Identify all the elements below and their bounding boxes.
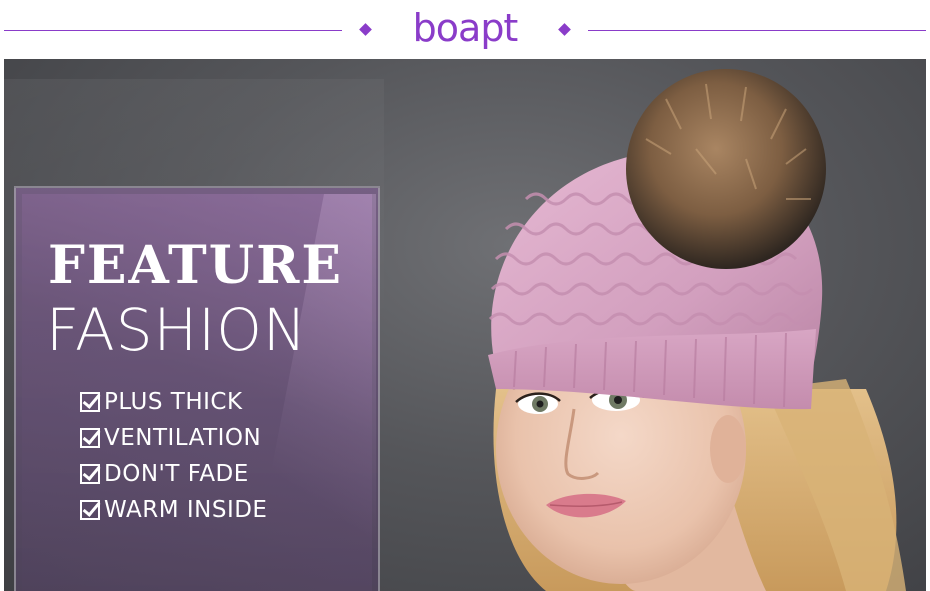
feature-item: WARM INSIDE xyxy=(80,492,380,528)
feature-item: PLUS THICK xyxy=(80,384,380,420)
header-bar: boapt xyxy=(0,0,930,58)
feature-banner: FEATURE FASHION PLUS THICK VENTILATION D… xyxy=(4,59,926,591)
feature-item: VENTILATION xyxy=(80,420,380,456)
feature-item: DON'T FADE xyxy=(80,456,380,492)
feature-label: WARM INSIDE xyxy=(104,497,268,523)
diamond-icon xyxy=(558,23,571,36)
feature-heading: FEATURE xyxy=(48,235,343,296)
checkbox-checked-icon xyxy=(80,500,100,520)
feature-label: DON'T FADE xyxy=(104,461,249,487)
model-photo xyxy=(488,69,906,591)
divider-line-right xyxy=(588,30,926,31)
checkbox-checked-icon xyxy=(80,428,100,448)
divider-line-left xyxy=(4,30,342,31)
brand-logo: boapt xyxy=(412,6,519,50)
diamond-icon xyxy=(359,23,372,36)
fashion-heading: FASHION xyxy=(46,296,308,364)
ear-shape xyxy=(710,415,746,483)
feature-label: PLUS THICK xyxy=(104,389,243,415)
feature-panel: FEATURE FASHION PLUS THICK VENTILATION D… xyxy=(14,186,380,591)
feature-list: PLUS THICK VENTILATION DON'T FADE WARM I… xyxy=(80,384,380,528)
checkbox-checked-icon xyxy=(80,392,100,412)
checkbox-checked-icon xyxy=(80,464,100,484)
pompom-shape xyxy=(626,69,826,269)
feature-label: VENTILATION xyxy=(104,425,262,451)
